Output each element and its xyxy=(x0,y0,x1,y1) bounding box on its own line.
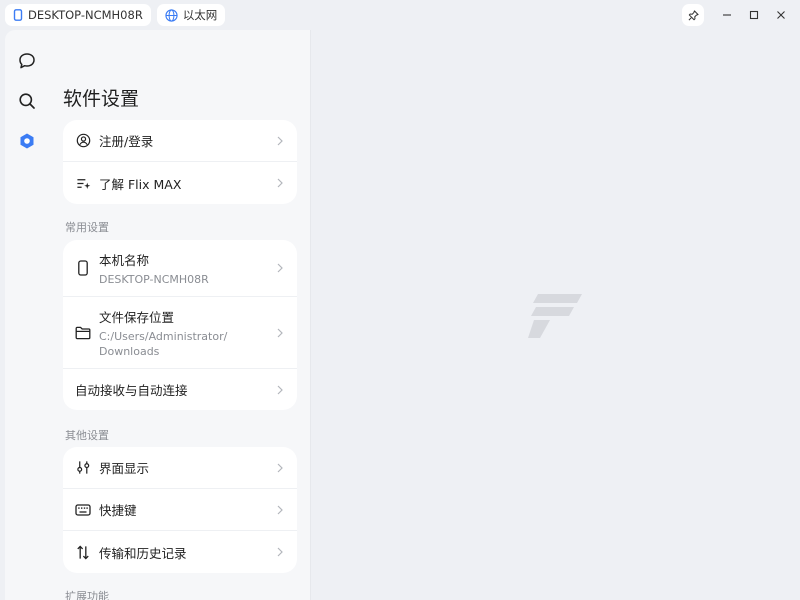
nav-settings-button[interactable] xyxy=(16,130,38,152)
sliders-icon xyxy=(75,460,91,476)
settings-item-auto-receive[interactable]: 自动接收与自动连接 xyxy=(63,369,297,410)
device-name: DESKTOP-NCMH08R xyxy=(28,8,143,22)
device-chip[interactable]: DESKTOP-NCMH08R xyxy=(5,4,151,26)
settings-item-label: 传输和历史记录 xyxy=(99,545,187,561)
chevron-right-icon xyxy=(275,547,285,557)
settings-item-label: 注册/登录 xyxy=(99,134,154,149)
settings-item-shortcuts[interactable]: 快捷键 xyxy=(63,489,297,531)
network-name: 以太网 xyxy=(182,8,218,22)
settings-item-display[interactable]: 界面显示 xyxy=(63,447,297,489)
user-circle-icon xyxy=(75,133,91,149)
settings-hexagon-icon xyxy=(20,133,34,149)
globe-icon xyxy=(165,8,178,22)
maximize-button[interactable] xyxy=(741,2,767,28)
other-settings-card: 界面显示 快捷键 传输和历史记录 xyxy=(63,447,297,573)
section-title-common: 常用设置 xyxy=(65,221,109,234)
transfer-arrows-icon xyxy=(75,544,91,560)
chevron-right-icon xyxy=(275,385,285,395)
settings-item-device-name[interactable]: 本机名称 DESKTOP-NCMH08R xyxy=(63,240,297,297)
settings-item-label: 文件保存位置 xyxy=(99,309,175,325)
app-logo-icon xyxy=(528,292,584,344)
chevron-right-icon xyxy=(275,263,285,273)
settings-item-history[interactable]: 传输和历史记录 xyxy=(63,531,297,573)
settings-item-label: 自动接收与自动连接 xyxy=(75,383,188,398)
chevron-right-icon xyxy=(275,136,285,146)
nav-chat-button[interactable] xyxy=(16,50,38,72)
phone-icon xyxy=(75,260,91,276)
device-name-value: DESKTOP-NCMH08R xyxy=(99,272,209,286)
minimize-button[interactable] xyxy=(714,2,740,28)
sparkle-list-icon xyxy=(75,175,91,191)
title-bar: DESKTOP-NCMH08R 以太网 xyxy=(0,0,800,30)
maximize-icon xyxy=(749,10,759,20)
settings-item-label: 界面显示 xyxy=(99,461,150,476)
settings-item-label: 了解 Flix MAX xyxy=(99,176,182,192)
settings-item-label: 快捷键 xyxy=(99,503,137,518)
main-content xyxy=(312,30,800,600)
minimize-icon xyxy=(723,14,731,16)
folder-icon xyxy=(75,325,91,341)
section-title-other: 其他设置 xyxy=(65,429,109,442)
page-title: 软件设置 xyxy=(63,88,140,110)
chevron-right-icon xyxy=(275,505,285,515)
close-button[interactable] xyxy=(768,2,794,28)
nav-search-button[interactable] xyxy=(16,90,38,112)
settings-item-label: 本机名称 xyxy=(99,252,150,268)
chevron-right-icon xyxy=(275,463,285,473)
phone-icon xyxy=(13,9,23,21)
account-card: 注册/登录 了解 Flix MAX xyxy=(63,120,297,204)
settings-panel: 软件设置 注册/登录 了解 Flix MAX 常用设置 本机名称 DESKTOP… xyxy=(49,30,311,600)
network-chip[interactable]: 以太网 xyxy=(156,4,226,26)
settings-item-save-location[interactable]: 文件保存位置 C:/Users/Administrator/Downloads xyxy=(63,297,297,369)
settings-item-login[interactable]: 注册/登录 xyxy=(63,120,297,162)
search-icon xyxy=(19,93,35,109)
pin-button[interactable] xyxy=(682,4,704,26)
chat-bubble-icon xyxy=(19,53,35,69)
close-icon xyxy=(777,11,785,19)
save-path-value: C:/Users/Administrator/Downloads xyxy=(99,329,228,358)
window-controls xyxy=(682,0,800,30)
chevron-right-icon xyxy=(275,178,285,188)
common-settings-card: 本机名称 DESKTOP-NCMH08R 文件保存位置 C:/Users/Adm… xyxy=(63,240,297,410)
pin-icon xyxy=(688,9,699,20)
chevron-right-icon xyxy=(275,328,285,338)
nav-rail xyxy=(5,30,49,600)
section-title-extensions: 扩展功能 xyxy=(65,590,109,600)
settings-item-flix-max[interactable]: 了解 Flix MAX xyxy=(63,162,297,204)
keyboard-icon xyxy=(75,502,91,518)
